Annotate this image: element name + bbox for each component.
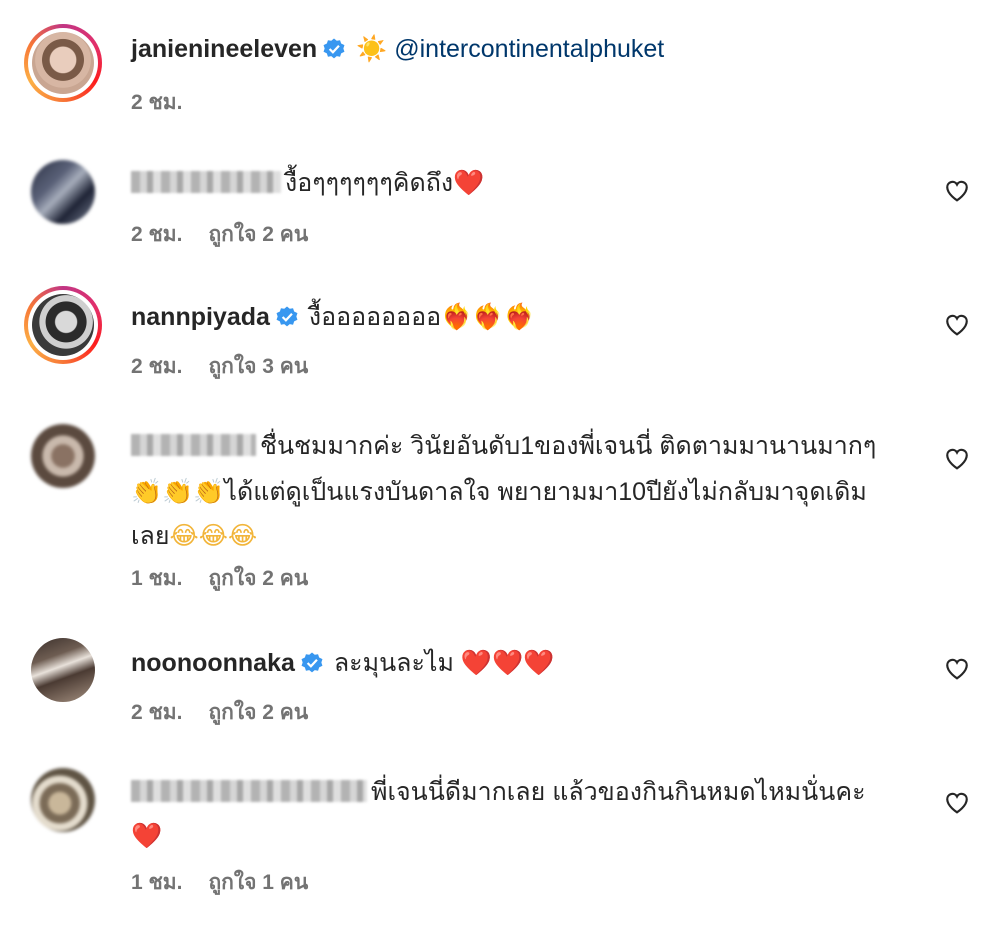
comment-text-line-3: เลย xyxy=(131,522,170,550)
like-heart-icon[interactable] xyxy=(944,312,970,336)
heart-emoji: ❤️ xyxy=(131,821,163,850)
avatar[interactable] xyxy=(24,286,102,364)
heart-emoji: ❤️ xyxy=(453,168,485,197)
likes-count[interactable]: ถูกใจ 2 คน xyxy=(208,223,308,246)
blurred-username[interactable] xyxy=(131,780,367,802)
comment-text-line-1: พี่เจนนี่ดีมากเลย แล้วของกินกินหมดไหมนั่… xyxy=(371,778,866,806)
comment-item: งื้อๆๆๆๆๆๆคิดถึง❤️ 2 ชม. ถูกใจ 2 คน xyxy=(0,150,992,260)
comment-meta: 2 ชม. ถูกใจ 2 คน xyxy=(131,696,334,729)
comment-time: 2 ชม. xyxy=(131,355,183,378)
comment-text-line-2: ได้แต่ดูเป็นแรงบันดาลใจ พยายามมา10ปียังไ… xyxy=(224,478,867,506)
comment-item: พี่เจนนี่ดีมากเลย แล้วของกินกินหมดไหมนั่… xyxy=(0,766,992,906)
comment-meta: 1 ชม. ถูกใจ 1 คน xyxy=(131,866,334,899)
avatar[interactable] xyxy=(31,160,95,224)
avatar[interactable] xyxy=(31,768,95,832)
post-username[interactable]: janienineeleven xyxy=(131,35,317,63)
avatar[interactable] xyxy=(31,638,95,702)
comment-time: 2 ชม. xyxy=(131,223,183,246)
like-heart-icon[interactable] xyxy=(944,446,970,470)
comment-text: งื้ออออออออ xyxy=(308,303,442,331)
like-heart-icon[interactable] xyxy=(944,178,970,202)
post-caption: janienineeleven ☀️ @intercontinentalphuk… xyxy=(0,0,992,130)
sun-emoji: ☀️ xyxy=(356,34,388,63)
comment-meta: 2 ชม. ถูกใจ 2 คน xyxy=(131,218,334,251)
comment-item: noonoonnaka ละมุนละไม ❤️❤️❤️ 2 ชม. ถูกใจ … xyxy=(0,630,992,740)
comment-text: งื้อๆๆๆๆๆๆคิดถึง xyxy=(285,169,454,197)
comment-meta: 1 ชม. ถูกใจ 2 คน xyxy=(131,562,334,595)
laughing-emoji: 😂😂😂 xyxy=(169,521,258,550)
comments-thread: janienineeleven ☀️ @intercontinentalphuk… xyxy=(0,0,992,930)
likes-count[interactable]: ถูกใจ 3 คน xyxy=(208,355,308,378)
comment-text-line-1: ชื่นชมมากค่ะ วินัยอันดับ1ของพี่เจนนี่ ติ… xyxy=(260,432,877,460)
verified-badge-icon xyxy=(323,38,345,59)
comment-text: ละมุนละไม xyxy=(333,649,454,677)
comment-time: 1 ชม. xyxy=(131,567,183,590)
comment-username[interactable]: noonoonnaka xyxy=(131,649,295,677)
comment-meta: 2 ชม. ถูกใจ 3 คน xyxy=(131,350,334,383)
likes-count[interactable]: ถูกใจ 2 คน xyxy=(208,701,308,724)
post-time: 2 ชม. xyxy=(131,91,183,114)
blurred-username[interactable] xyxy=(131,171,281,193)
heart-on-fire-emoji: ❤️‍🔥❤️‍🔥❤️‍🔥 xyxy=(441,302,535,331)
mention-link[interactable]: @intercontinentalphuket xyxy=(394,35,664,63)
verified-badge-icon xyxy=(276,306,298,327)
blurred-username[interactable] xyxy=(131,434,256,456)
like-heart-icon[interactable] xyxy=(944,790,970,814)
likes-count[interactable]: ถูกใจ 2 คน xyxy=(208,567,308,590)
verified-badge-icon xyxy=(301,652,323,673)
likes-count[interactable]: ถูกใจ 1 คน xyxy=(208,871,308,894)
avatar[interactable] xyxy=(31,424,95,488)
clap-emoji: 👏👏👏 xyxy=(131,477,225,506)
avatar[interactable] xyxy=(24,24,102,102)
comment-time: 2 ชม. xyxy=(131,701,183,724)
comment-item: nannpiyada งื้ออออออออ❤️‍🔥❤️‍🔥❤️‍🔥 2 ชม.… xyxy=(0,284,992,394)
comment-item: ชื่นชมมากค่ะ วินัยอันดับ1ของพี่เจนนี่ ติ… xyxy=(0,420,992,600)
comment-username[interactable]: nannpiyada xyxy=(131,303,270,331)
hearts-emoji: ❤️❤️❤️ xyxy=(460,648,555,677)
like-heart-icon[interactable] xyxy=(944,656,970,680)
comment-time: 1 ชม. xyxy=(131,871,183,894)
